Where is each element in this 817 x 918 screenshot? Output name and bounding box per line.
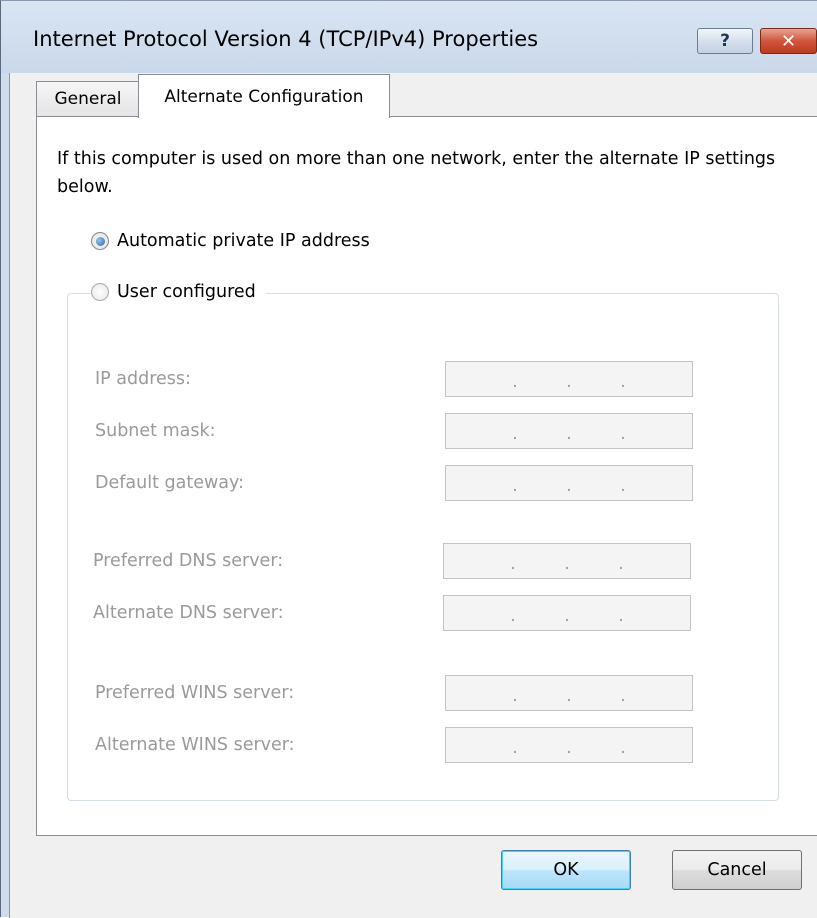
- octet-separator: .: [564, 605, 570, 626]
- octet-separator: .: [566, 737, 572, 758]
- octet-separator: .: [620, 685, 626, 706]
- octet-separator: .: [510, 605, 516, 626]
- description-text: If this computer is used on more than on…: [57, 149, 776, 197]
- preferred-dns-label: Preferred DNS server:: [93, 551, 284, 571]
- octet-separator: .: [620, 371, 626, 392]
- octet-separator: .: [510, 553, 516, 574]
- alternate-configuration-panel: If this computer is used on more than on…: [36, 116, 817, 836]
- octet-separator: .: [564, 553, 570, 574]
- ip-address-label: IP address:: [95, 369, 191, 389]
- octet-separator: .: [512, 737, 518, 758]
- cancel-button[interactable]: Cancel: [672, 850, 802, 890]
- automatic-private-ip-option[interactable]: Automatic private IP address: [91, 231, 370, 251]
- automatic-private-ip-label: Automatic private IP address: [117, 231, 370, 251]
- octet-separator: .: [620, 423, 626, 444]
- dialog-window: Internet Protocol Version 4 (TCP/IPv4) P…: [0, 0, 817, 918]
- octet-separator: .: [512, 685, 518, 706]
- ip-address-field[interactable]: ...: [445, 361, 693, 397]
- alternate-wins-label: Alternate WINS server:: [95, 735, 295, 755]
- octet-separator: .: [566, 475, 572, 496]
- preferred-wins-field[interactable]: ...: [445, 675, 693, 711]
- window-title: Internet Protocol Version 4 (TCP/IPv4) P…: [33, 27, 539, 51]
- dialog-client-area: General Alternate Configuration If this …: [9, 73, 817, 918]
- user-configured-radio[interactable]: [91, 283, 109, 301]
- octet-separator: .: [620, 475, 626, 496]
- octet-separator: .: [566, 371, 572, 392]
- octet-separator: .: [618, 605, 624, 626]
- help-icon: ?: [720, 31, 730, 51]
- help-button[interactable]: ?: [697, 28, 753, 54]
- radio-selected-dot: [95, 236, 105, 246]
- subnet-mask-label: Subnet mask:: [95, 421, 216, 441]
- title-bar[interactable]: Internet Protocol Version 4 (TCP/IPv4) P…: [1, 1, 817, 73]
- close-button[interactable]: ✕: [760, 28, 817, 54]
- default-gateway-label: Default gateway:: [95, 473, 244, 493]
- preferred-dns-field[interactable]: ...: [443, 543, 691, 579]
- default-gateway-field[interactable]: ...: [445, 465, 693, 501]
- automatic-private-ip-radio[interactable]: [91, 232, 109, 250]
- octet-separator: .: [566, 423, 572, 444]
- ok-button[interactable]: OK: [501, 850, 631, 890]
- octet-separator: .: [512, 423, 518, 444]
- octet-separator: .: [620, 737, 626, 758]
- alternate-dns-label: Alternate DNS server:: [93, 603, 284, 623]
- octet-separator: .: [566, 685, 572, 706]
- alternate-wins-field[interactable]: ...: [445, 727, 693, 763]
- alternate-dns-field[interactable]: ...: [443, 595, 691, 631]
- octet-separator: .: [618, 553, 624, 574]
- preferred-wins-label: Preferred WINS server:: [95, 683, 295, 703]
- user-configured-label: User configured: [117, 282, 256, 302]
- subnet-mask-field[interactable]: ...: [445, 413, 693, 449]
- user-configured-option[interactable]: User configured: [91, 282, 266, 302]
- close-icon: ✕: [780, 30, 797, 52]
- octet-separator: .: [512, 475, 518, 496]
- octet-separator: .: [512, 371, 518, 392]
- tab-general[interactable]: General: [36, 81, 140, 116]
- tab-alternate-configuration[interactable]: Alternate Configuration: [138, 74, 390, 118]
